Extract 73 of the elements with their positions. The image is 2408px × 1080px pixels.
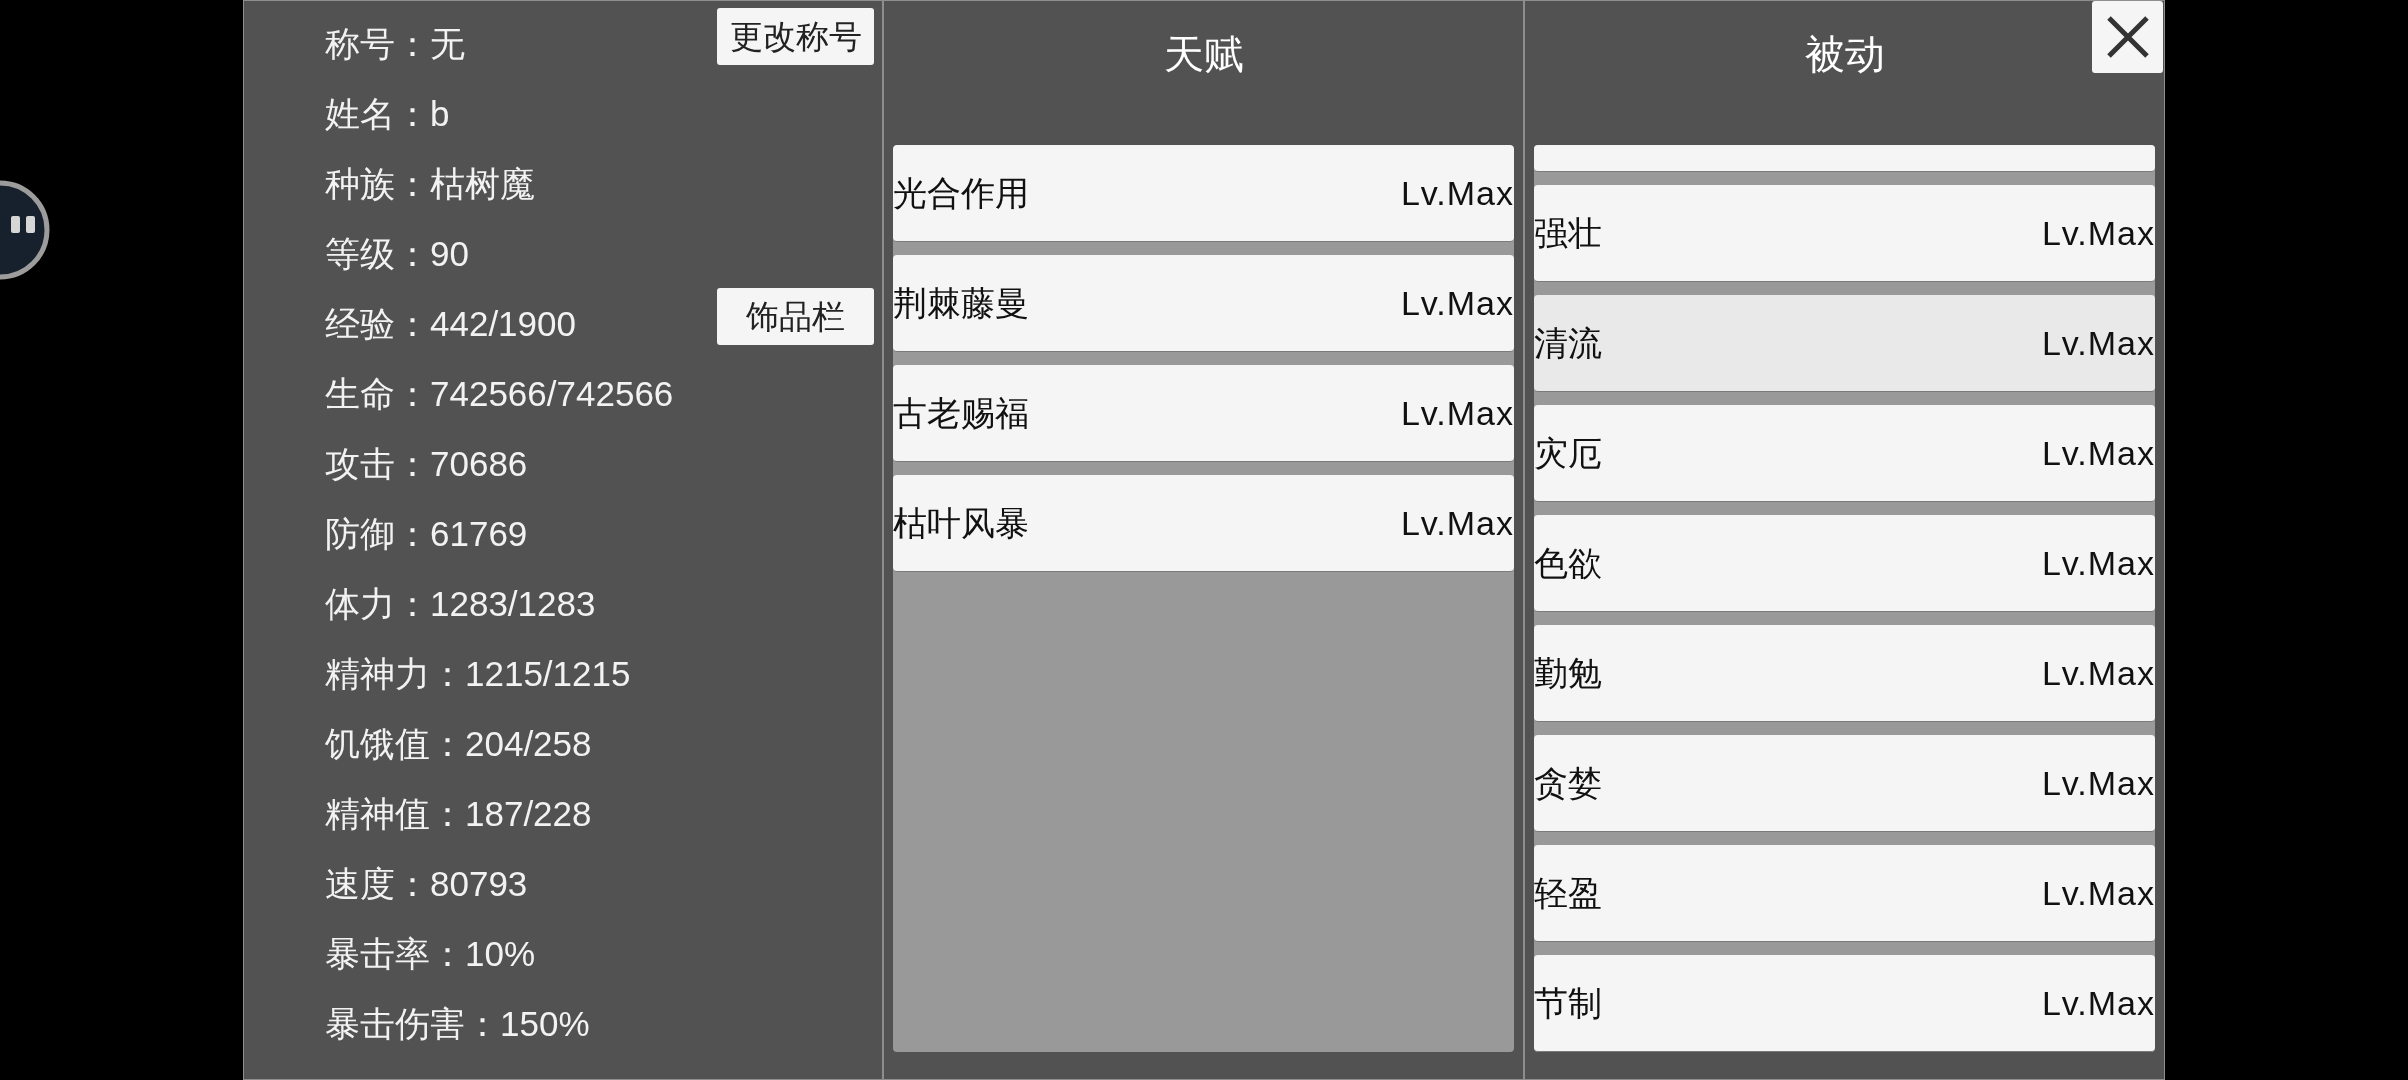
stat-value: 枯树魔 [430,165,535,201]
skill-name: 勤勉 [1534,656,1602,690]
skill-level: Lv.Max [2041,766,2155,800]
stat-label: 暴击率： [325,935,465,971]
skill-name: 清流 [1534,326,1602,360]
stat-value: 204/258 [465,725,592,761]
skill-level: Lv.Max [2041,986,2155,1020]
skill-name: 灾厄 [1534,436,1602,470]
stat-value: 90 [430,235,469,271]
stat-label: 姓名： [325,95,430,131]
skill-row[interactable]: 清流 Lv.Max [1534,295,2155,392]
skill-name: 枯叶风暴 [893,506,1029,540]
skill-row[interactable]: 勤勉 Lv.Max [1534,625,2155,722]
stat-label: 种族： [325,165,430,201]
skill-row[interactable]: 灾厄 Lv.Max [1534,405,2155,502]
skill-row[interactable]: 枯叶风暴 Lv.Max [893,475,1514,572]
stat-label: 攻击： [325,445,430,481]
panel-title: 被动 [1804,34,1885,74]
stat-value: 442/1900 [430,305,576,341]
stat-value: 80793 [430,865,528,901]
skill-row[interactable]: 贪婪 Lv.Max [1534,735,2155,832]
skill-name: 光合作用 [893,176,1029,210]
skill-name: 轻盈 [1534,876,1602,910]
stat-label: 称号： [325,25,430,61]
skill-name: 古老赐福 [893,396,1029,430]
stat-value: 70686 [430,445,528,481]
stat-label: 等级： [325,235,430,271]
stat-label: 生命： [325,375,430,411]
stat-label: 速度： [325,865,430,901]
skill-name: 荆棘藤曼 [893,286,1029,320]
stat-label: 体力： [325,585,430,621]
skill-row[interactable]: 节制 Lv.Max [1534,955,2155,1052]
close-icon [2106,16,2149,58]
skill-name: 色欲 [1534,546,1602,580]
stat-value: 150% [500,1005,590,1041]
skill-level: Lv.Max [1400,396,1514,430]
skill-name: 强壮 [1534,216,1602,250]
skill-name: 贪婪 [1534,766,1602,800]
skill-level: Lv.Max [2041,876,2155,910]
action-button[interactable]: 饰品栏 [717,288,874,345]
stat-label: 暴击伤害： [325,1005,500,1041]
stat-value: b [430,95,450,131]
skill-name: 节制 [1534,986,1602,1020]
stat-value: 10% [465,935,536,971]
skill-row[interactable]: 古老赐福 Lv.Max [893,365,1514,462]
stat-value: 742566/742566 [430,375,674,411]
skill-row[interactable]: 光合作用 Lv.Max [893,145,1514,242]
stat-value: 1215/1215 [465,655,631,691]
stat-value: 187/228 [465,795,592,831]
stat-label: 精神力： [325,655,465,691]
skill-row[interactable]: 荆棘藤曼 Lv.Max [893,255,1514,352]
skill-level: Lv.Max [2041,546,2155,580]
stat-value: 61769 [430,515,528,551]
stat-label: 经验： [325,305,430,341]
close-button[interactable] [2092,1,2163,73]
skill-level: Lv.Max [2041,326,2155,360]
skill-row[interactable]: 色欲 Lv.Max [1534,515,2155,612]
stat-label: 饥饿值： [325,725,465,761]
skill-row[interactable]: 强壮 Lv.Max [1534,185,2155,282]
skill-level: Lv.Max [2041,656,2155,690]
panel-title: 天赋 [1163,34,1244,74]
skill-row[interactable] [1534,145,2155,172]
skill-level: Lv.Max [2041,436,2155,470]
skill-level: Lv.Max [1400,286,1514,320]
stat-label: 防御： [325,515,430,551]
skill-row[interactable]: 轻盈 Lv.Max [1534,845,2155,942]
stat-value: 无 [430,25,465,61]
action-button[interactable]: 更改称号 [717,8,874,65]
skill-level: Lv.Max [1400,506,1514,540]
skill-level: Lv.Max [1400,176,1514,210]
skill-level: Lv.Max [2041,216,2155,250]
stat-label: 精神值： [325,795,465,831]
stat-value: 1283/1283 [430,585,596,621]
